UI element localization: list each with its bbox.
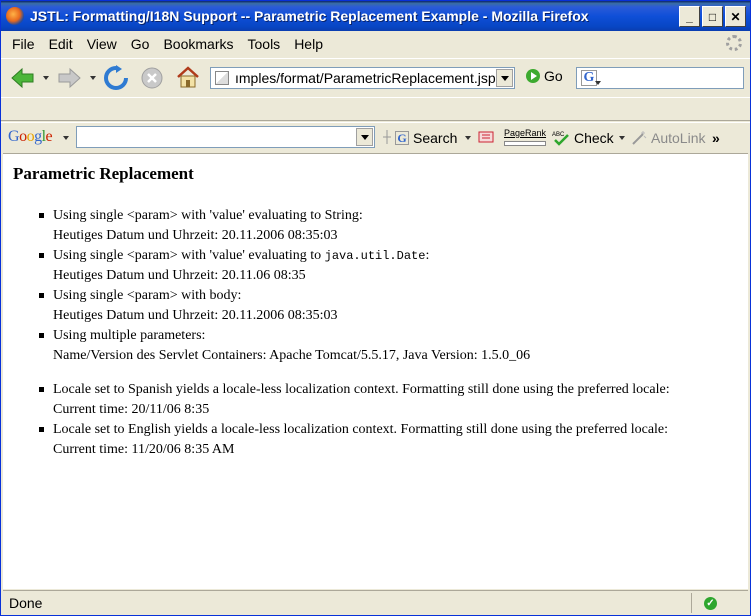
minimize-button[interactable]: _ [679,6,700,27]
check-label: Check [574,130,614,146]
menu-help[interactable]: Help [287,36,330,52]
spell-check-button[interactable]: ABC Check [552,130,614,146]
menu-bar: File Edit View Go Bookmarks Tools Help [1,31,750,57]
firefox-icon [6,7,24,25]
check-options-chevron-icon[interactable] [619,136,625,140]
page-icon [215,71,229,85]
news-icon [478,131,494,143]
go-arrow-icon [526,69,540,83]
menu-bookmarks[interactable]: Bookmarks [156,36,240,52]
go-label: Go [544,68,563,84]
google-logo-letters: Google [8,128,53,145]
item-description: Using single <param> with body: [53,288,242,303]
engine-chevron-icon [595,81,601,85]
stop-icon [141,67,163,89]
back-button[interactable] [10,67,36,89]
grip-icon [383,130,391,144]
close-button[interactable]: ✕ [725,6,746,27]
back-arrow-icon [11,67,34,89]
google-logo-letter: o [26,128,35,145]
google-logo-letter: e [45,128,53,145]
google-logo-letter: o [19,128,27,145]
google-menu-chevron-icon[interactable] [63,136,69,140]
status-text: Done [9,594,43,611]
item-description: Using multiple parameters: [53,328,206,343]
go-button[interactable]: Go [526,68,563,84]
google-logo-letter: G [8,128,20,145]
item-output: Current time: 20/11/06 8:35 [53,402,210,417]
menu-file[interactable]: File [5,36,42,52]
list-item: Using single <param> with 'value' evalua… [35,246,530,286]
list-item: Using single <param> with body: Heutiges… [35,286,530,326]
search-box[interactable]: G [576,67,744,89]
home-button[interactable] [175,64,201,90]
maximize-button[interactable]: □ [702,6,723,27]
status-bar: Done ✓ [3,590,748,614]
bookmarks-toolbar [1,97,750,121]
item-output: Heutiges Datum und Uhrzeit: 20.11.2006 0… [53,228,338,243]
autolink-label: AutoLink [651,130,706,146]
menu-tools[interactable]: Tools [241,36,288,52]
window-title: JSTL: Formatting/I18N Support -- Paramet… [30,8,589,24]
item-output: Heutiges Datum und Uhrzeit: 20.11.2006 0… [53,308,338,323]
title-bar: JSTL: Formatting/I18N Support -- Paramet… [1,1,750,31]
forward-history-chevron-icon[interactable] [90,76,96,80]
item-description-suffix: : [425,248,430,263]
item-description: Using single <param> with 'value' evalua… [53,208,363,223]
google-search-dropdown[interactable] [356,128,373,146]
pagerank-label: PageRank [504,128,547,138]
back-history-chevron-icon[interactable] [43,76,49,80]
reload-button[interactable] [103,65,129,91]
item-description: Locale set to Spanish yields a locale-le… [53,382,670,397]
menu-edit[interactable]: Edit [42,36,80,52]
locale-list: Locale set to Spanish yields a locale-le… [35,380,670,460]
menu-view[interactable]: View [80,36,124,52]
address-dropdown-button[interactable] [496,69,513,87]
stop-button[interactable] [139,65,165,91]
separator-grip-icon [383,130,391,144]
google-g-icon: G [395,131,409,145]
browser-window: JSTL: Formatting/I18N Support -- Paramet… [0,0,751,616]
chevron-down-icon [500,75,509,81]
address-input[interactable]: ımples/format/ParametricReplacement.jsp [235,70,496,86]
list-item: Using single <param> with 'value' evalua… [35,206,530,246]
autolink-wand-icon [632,131,647,145]
item-output: Heutiges Datum und Uhrzeit: 20.11.06 08:… [53,268,306,283]
list-item: Using multiple parameters: Name/Version … [35,326,530,366]
google-logo[interactable]: Google [8,128,53,146]
forward-arrow-icon [58,67,81,89]
svg-text:ABC: ABC [552,132,565,138]
page-heading: Parametric Replacement [13,164,194,183]
checkmark-icon[interactable]: ✓ [704,597,717,610]
item-description: Locale set to English yields a locale-le… [53,422,669,437]
forward-button[interactable] [56,67,82,89]
google-search-input[interactable] [76,126,375,148]
chevron-down-icon [360,134,369,140]
address-bar[interactable]: ımples/format/ParametricReplacement.jsp [210,67,515,89]
list-item: Locale set to Spanish yields a locale-le… [35,380,670,420]
search-options-chevron-icon[interactable] [465,136,471,140]
more-chevron-button[interactable]: » [712,130,720,146]
google-search-button[interactable]: G Search [395,130,457,146]
search-label: Search [413,130,458,146]
menu-go[interactable]: Go [124,36,157,52]
google-logo-letter: g [34,128,42,145]
throbber-icon [726,35,742,51]
autolink-button[interactable]: AutoLink [631,130,705,146]
item-output: Current time: 11/20/06 8:35 AM [53,442,235,457]
news-button[interactable] [478,130,496,144]
example-list: Using single <param> with 'value' evalua… [35,206,530,366]
status-divider [691,593,692,613]
list-item: Locale set to English yields a locale-le… [35,420,670,460]
reload-icon [104,65,128,90]
item-output: Name/Version des Servlet Containers: Apa… [53,348,531,363]
page-content: Parametric Replacement Using single <par… [3,153,748,589]
window-controls: _ □ ✕ [679,6,746,27]
spellcheck-icon: ABC [552,132,569,146]
item-code: java.util.Date [324,249,426,263]
pagerank-bar [504,141,546,146]
item-description: Using single <param> with 'value' evalua… [53,248,325,263]
home-icon [177,66,199,88]
